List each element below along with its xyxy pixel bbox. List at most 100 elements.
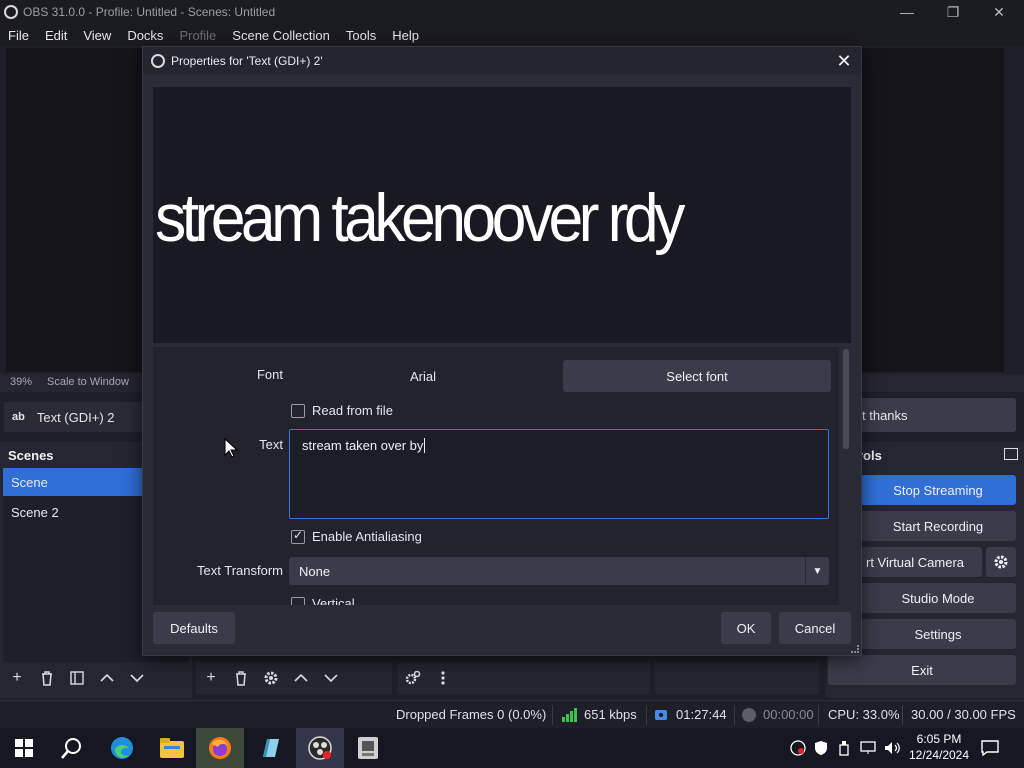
window-title: OBS 31.0.0 - Profile: Untitled - Scenes:…	[23, 5, 276, 19]
gear-icon	[264, 671, 278, 685]
mixer-toolbar	[398, 662, 650, 694]
ok-button[interactable]: OK	[721, 612, 771, 644]
taskbar: 6:05 PM 12/24/2024	[0, 728, 1024, 768]
windows-icon	[15, 739, 33, 757]
fps-display: 30.00 / 30.00 FPS	[911, 707, 1016, 722]
move-source-up-button[interactable]	[287, 664, 315, 692]
properties-form: Font Arial Select font Read from file Te…	[153, 347, 839, 605]
menu-edit[interactable]: Edit	[37, 28, 75, 43]
start-button[interactable]	[0, 728, 48, 768]
scene-filters-button[interactable]	[63, 664, 91, 692]
transitions-dock	[655, 662, 819, 694]
stream-time: 01:27:44	[676, 707, 727, 722]
settings-button[interactable]: Settings	[860, 619, 1016, 649]
filter-icon	[70, 671, 84, 685]
search-button[interactable]	[48, 728, 96, 768]
add-scene-button[interactable]: +	[3, 664, 31, 692]
remove-source-button[interactable]	[227, 664, 255, 692]
source-properties-button[interactable]	[257, 664, 285, 692]
selected-source-label: Text (GDI+) 2	[36, 409, 115, 425]
virtual-camera-settings-button[interactable]	[986, 547, 1016, 577]
cancel-button[interactable]: Cancel	[779, 612, 851, 644]
scenes-dock-title: Scenes	[8, 448, 54, 463]
vertical-checkbox[interactable]	[291, 597, 305, 605]
firefox-icon[interactable]	[196, 728, 244, 768]
clock[interactable]: 6:05 PM 12/24/2024	[904, 731, 974, 763]
undock-icon[interactable]	[1004, 448, 1018, 460]
text-input-value: stream taken over by	[302, 438, 424, 453]
zoom-level[interactable]: 39%	[10, 376, 32, 388]
status-bar: Dropped Frames 0 (0.0%) 651 kbps 01:27:4…	[0, 700, 1024, 728]
app-taskbar-icon[interactable]	[344, 728, 392, 768]
text-transform-select[interactable]: None ▼	[289, 557, 829, 585]
chevron-up-icon	[100, 673, 114, 682]
add-source-button[interactable]: +	[197, 664, 225, 692]
file-explorer-icon[interactable]	[148, 728, 196, 768]
remove-scene-button[interactable]	[33, 664, 61, 692]
form-scrollbar[interactable]	[841, 349, 851, 605]
move-scene-up-button[interactable]	[93, 664, 121, 692]
streaming-icon	[655, 710, 667, 720]
select-font-button[interactable]: Select font	[563, 360, 831, 392]
minimize-button[interactable]: —	[884, 0, 930, 24]
network-icon	[860, 741, 876, 754]
resize-grip[interactable]	[851, 645, 859, 653]
trash-icon	[42, 671, 52, 686]
stop-streaming-button[interactable]: Stop Streaming	[860, 475, 1016, 505]
text-source-icon: ab	[12, 411, 25, 423]
text-input[interactable]: stream taken over by	[289, 429, 829, 519]
defaults-button[interactable]: Defaults	[153, 612, 235, 644]
title-bar: OBS 31.0.0 - Profile: Untitled - Scenes:…	[0, 0, 1024, 24]
mixer-menu-button[interactable]	[429, 664, 457, 692]
scale-to-window[interactable]: Scale to Window	[47, 376, 129, 388]
menu-help[interactable]: Help	[384, 28, 427, 43]
notifications-button[interactable]	[970, 728, 1010, 768]
menu-tools[interactable]: Tools	[338, 28, 384, 43]
recording-time: 00:00:00	[763, 707, 814, 722]
text-cursor	[424, 438, 426, 453]
text-label: Text	[259, 437, 283, 452]
bitrate: 651 kbps	[584, 707, 637, 722]
source-item-thanks[interactable]: t thanks	[848, 398, 1016, 432]
dialog-title: Properties for 'Text (GDI+) 2'	[171, 54, 323, 68]
search-icon	[61, 738, 81, 759]
dialog-title-bar: Properties for 'Text (GDI+) 2'	[143, 47, 861, 75]
font-name-display: Arial	[289, 360, 557, 392]
sources-toolbar: +	[196, 662, 392, 694]
virtual-camera-button[interactable]: rt Virtual Camera	[860, 547, 982, 577]
trash-icon	[236, 671, 246, 686]
menu-scene-collection[interactable]: Scene Collection	[224, 28, 338, 43]
read-from-file-checkbox[interactable]	[291, 404, 305, 418]
exit-button[interactable]: Exit	[828, 655, 1016, 685]
studio-mode-button[interactable]: Studio Mode	[860, 583, 1016, 613]
menu-profile[interactable]: Profile	[171, 28, 224, 43]
clock-date: 12/24/2024	[908, 748, 970, 762]
notepad-icon[interactable]	[246, 728, 294, 768]
usb-icon	[839, 741, 849, 756]
menu-docks[interactable]: Docks	[119, 28, 171, 43]
vertical-label: Vertical	[312, 596, 355, 605]
move-scene-down-button[interactable]	[123, 664, 151, 692]
gears-icon	[405, 670, 421, 685]
clock-time: 6:05 PM	[916, 732, 962, 746]
menu-view[interactable]: View	[75, 28, 119, 43]
move-source-down-button[interactable]	[317, 664, 345, 692]
obs-logo-icon	[4, 5, 18, 19]
close-button[interactable]: ✕	[976, 0, 1022, 24]
edge-browser-icon[interactable]	[98, 728, 146, 768]
font-label: Font	[256, 367, 283, 382]
dialog-close-button[interactable]: ✕	[833, 50, 855, 72]
scrollbar-thumb[interactable]	[843, 349, 849, 449]
volume-icon	[885, 742, 900, 754]
notification-icon	[981, 740, 999, 756]
advanced-audio-properties-button[interactable]	[399, 664, 427, 692]
menu-file[interactable]: File	[0, 28, 37, 43]
properties-dialog: Properties for 'Text (GDI+) 2' ✕ stream …	[142, 46, 862, 656]
obs-tray-icon	[790, 740, 806, 756]
start-recording-button[interactable]: Start Recording	[860, 511, 1016, 541]
enable-antialiasing-checkbox[interactable]	[291, 528, 305, 544]
obs-taskbar-icon[interactable]	[296, 728, 344, 768]
maximize-button[interactable]: ❐	[930, 0, 976, 24]
obs-logo-icon	[151, 54, 165, 68]
more-vertical-icon	[441, 671, 445, 685]
